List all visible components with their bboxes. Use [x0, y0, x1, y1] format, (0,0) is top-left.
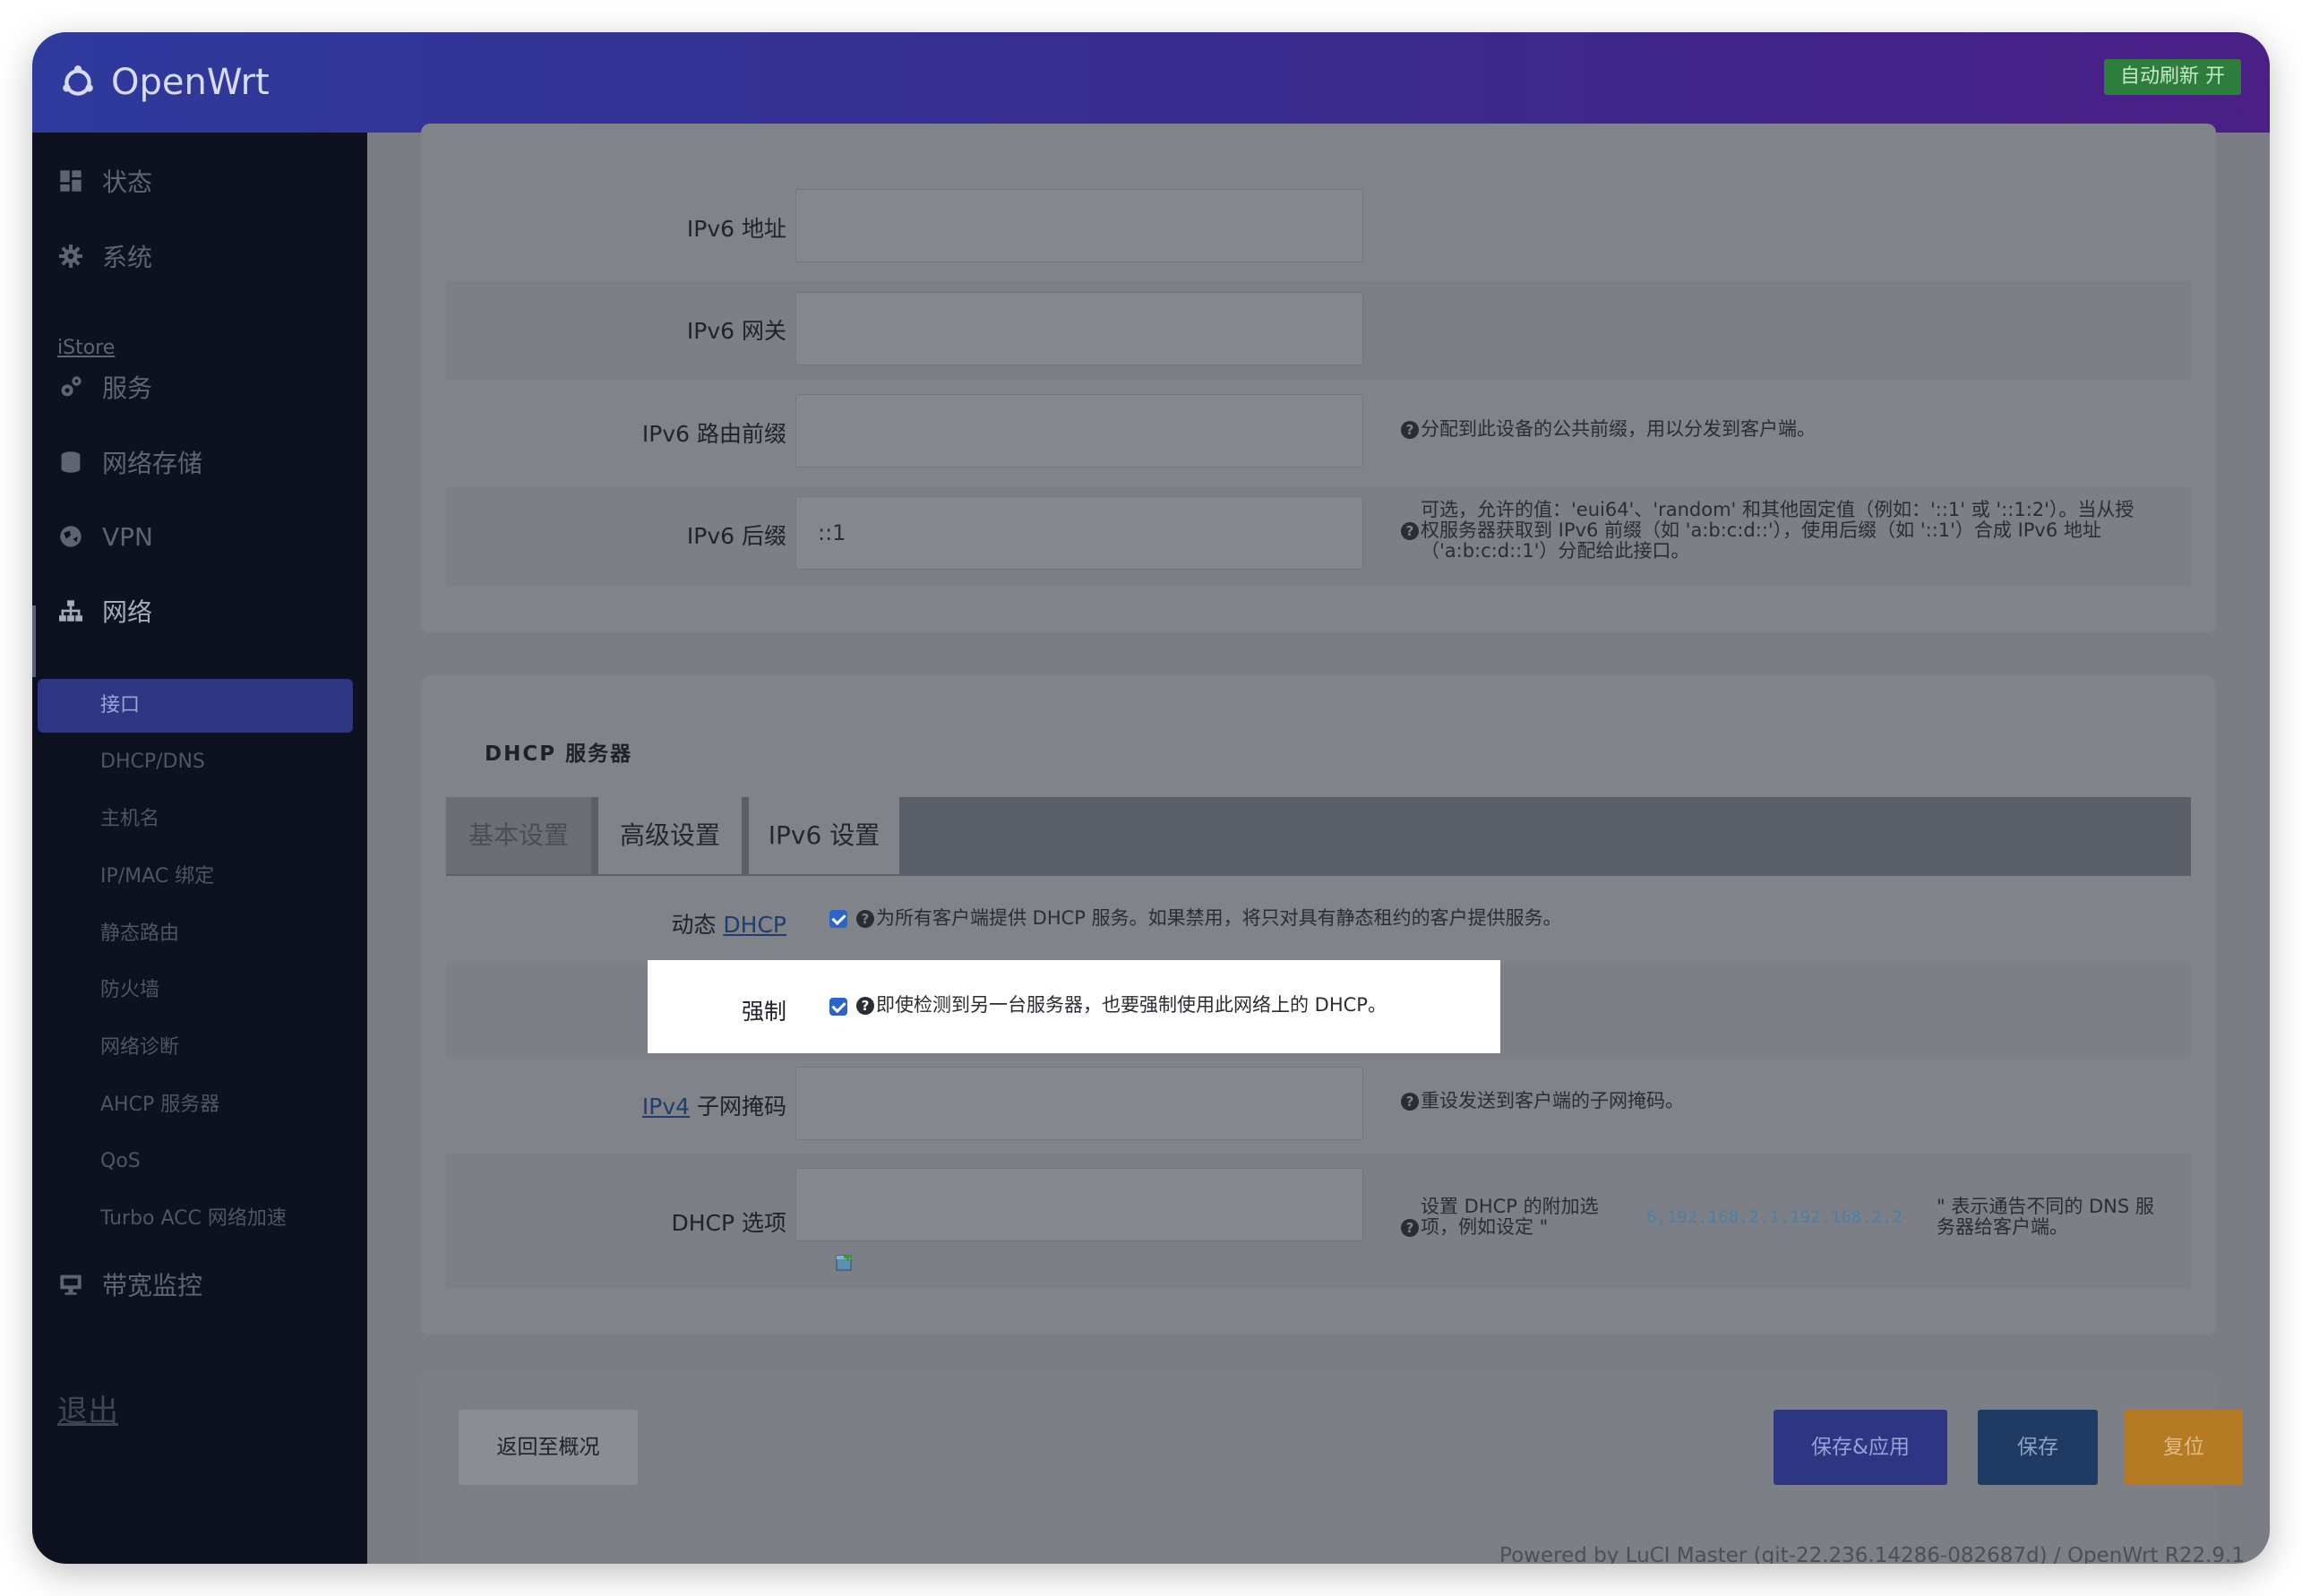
help-icon: ?	[856, 997, 874, 1015]
sidebar-item-storage[interactable]: 网络存储	[59, 437, 202, 487]
openwrt-logo-icon	[63, 65, 93, 96]
sidebar-item-network[interactable]: 网络	[59, 586, 152, 636]
sidebar-sub-dhcp-dns[interactable]: DHCP/DNS	[100, 744, 205, 780]
logout-link[interactable]: 退出	[57, 1386, 118, 1430]
netmask-label: IPv4 子网掩码	[641, 1094, 786, 1120]
ipv6-prefix-input[interactable]	[795, 394, 1363, 468]
dhcp-section-title: DHCP 服务器	[485, 742, 633, 766]
sidebar-sub-ahcp[interactable]: AHCP 服务器	[100, 1087, 219, 1123]
sidebar-item-status[interactable]: 状态	[59, 156, 152, 206]
dynamic-dhcp-help: ? 为所有客户端提供 DHCP 服务。如果禁用，将只对具有静态租约的客户提供服务。	[856, 908, 1842, 929]
monitor-icon	[60, 1274, 82, 1295]
dhcp-options-help-tail: " 表示通告不同的 DNS 服 务器给客户端。	[1937, 1196, 2154, 1238]
ipv4-link[interactable]: IPv4	[642, 1094, 690, 1120]
database-icon	[61, 451, 81, 473]
force-label: 强制	[741, 999, 786, 1025]
force-dhcp-checkbox[interactable]	[829, 998, 847, 1016]
sidebar-item-label: 带宽监控	[102, 1271, 203, 1300]
ipv6-gateway-label: IPv6 网关	[686, 318, 786, 344]
dhcp-options-code: 6,192.168.2.1,192.168.2.2	[1646, 1207, 1903, 1227]
main-content: IPv6 地址 IPv6 网关 IPv6 路由前缀 ? 分配到此设备的公共前缀，用…	[367, 124, 2270, 1564]
ipv6-prefix-label: IPv6 路由前缀	[641, 421, 786, 447]
sidebar-sub-interfaces[interactable]: 接口	[38, 679, 353, 733]
add-option-icon[interactable]	[835, 1252, 855, 1272]
sidebar-sub-firewall[interactable]: 防火墙	[100, 973, 159, 1008]
active-indicator	[32, 605, 36, 677]
sidebar-item-label: 状态	[102, 167, 153, 197]
brand-logo[interactable]: OpenWrt	[59, 56, 270, 109]
save-button[interactable]: 保存	[1978, 1410, 2098, 1485]
top-header: OpenWrt 自动刷新 开	[32, 32, 2270, 133]
brand-name: OpenWrt	[111, 62, 270, 103]
help-icon: ?	[1401, 421, 1419, 439]
help-icon: ?	[856, 910, 874, 928]
gears-icon	[61, 376, 82, 397]
ipv6-suffix-help: 可选，允许的值：'eui64'、'random' 和其他固定值（例如：'::1'…	[1401, 500, 2189, 562]
dhcp-link[interactable]: DHCP	[723, 912, 786, 938]
ipv6-prefix-help: ? 分配到此设备的公共前缀，用以分发到客户端。	[1401, 419, 2171, 440]
sidebar-item-bandwidth[interactable]: 带宽监控	[59, 1259, 202, 1309]
sidebar: 状态 系统 iStore 服务 网络存储 VPN 网络 接口 DHCP/DNS …	[32, 133, 367, 1564]
sidebar-item-label: VPN	[102, 521, 153, 552]
sidebar-sub-qos[interactable]: QoS	[100, 1144, 141, 1180]
sidebar-item-label: 系统	[102, 243, 153, 272]
dynamic-dhcp-checkbox[interactable]	[829, 910, 847, 928]
save-apply-button[interactable]: 保存&应用	[1774, 1410, 1947, 1485]
sidebar-item-label: 网络	[102, 597, 153, 627]
ipv6-address-input[interactable]	[795, 189, 1363, 262]
reset-button[interactable]: 复位	[2125, 1410, 2243, 1485]
dhcp-options-input[interactable]	[795, 1168, 1363, 1241]
sidebar-item-services[interactable]: 服务	[59, 362, 152, 412]
force-help: ? 即使检测到另一台服务器，也要强制使用此网络上的 DHCP。	[856, 995, 1483, 1016]
netmask-input[interactable]	[795, 1067, 1363, 1140]
powered-by-footer: Powered by LuCI Master (git-22.236.14286…	[1499, 1544, 2245, 1564]
tab-advanced-settings[interactable]: 高级设置	[598, 797, 742, 874]
ipv6-suffix-input[interactable]: ::1	[795, 496, 1363, 570]
sidebar-sub-static-routes[interactable]: 静态路由	[100, 916, 179, 952]
sidebar-sub-diagnostics[interactable]: 网络诊断	[100, 1030, 179, 1066]
sidebar-item-label: 网络存储	[102, 449, 203, 478]
network-icon	[59, 600, 82, 622]
globe-icon	[60, 526, 82, 547]
netmask-help: ? 重设发送到客户端的子网掩码。	[1401, 1091, 2028, 1111]
dynamic-dhcp-label: 动态 DHCP	[671, 912, 786, 938]
help-icon: ?	[1401, 1093, 1419, 1111]
dhcp-tab-bar: 基本设置 高级设置 IPv6 设置	[446, 797, 2191, 876]
dhcp-options-help: 设置 DHCP 的附加选 ? 项，例如设定 "	[1401, 1197, 1634, 1238]
ipv6-suffix-label: IPv6 后缀	[686, 523, 786, 549]
help-icon: ?	[1401, 1219, 1419, 1237]
sidebar-item-system[interactable]: 系统	[59, 231, 152, 281]
browser-window: OpenWrt 自动刷新 开 状态 系统 iStore 服务 网络存储 VPN	[32, 32, 2270, 1564]
sidebar-item-istore[interactable]: iStore	[57, 337, 115, 359]
sidebar-item-vpn[interactable]: VPN	[59, 511, 153, 562]
sidebar-sub-hostnames[interactable]: 主机名	[100, 802, 159, 837]
help-icon: ?	[1401, 522, 1419, 540]
gear-icon	[59, 245, 82, 268]
back-to-overview-button[interactable]: 返回至概况	[459, 1410, 638, 1485]
sidebar-sub-ip-mac-binding[interactable]: IP/MAC 绑定	[100, 859, 214, 895]
ipv6-gateway-input[interactable]	[795, 292, 1363, 365]
tab-basic-settings[interactable]: 基本设置	[446, 797, 591, 874]
sidebar-sub-turbo-acc[interactable]: Turbo ACC 网络加速	[100, 1201, 287, 1237]
auto-refresh-toggle[interactable]: 自动刷新 开	[2104, 59, 2241, 95]
dhcp-options-label: DHCP 选项	[671, 1210, 786, 1236]
dashboard-icon	[60, 170, 82, 192]
ipv6-address-label: IPv6 地址	[686, 216, 786, 242]
tab-ipv6-settings[interactable]: IPv6 设置	[749, 797, 899, 874]
sidebar-item-label: 服务	[102, 373, 153, 403]
